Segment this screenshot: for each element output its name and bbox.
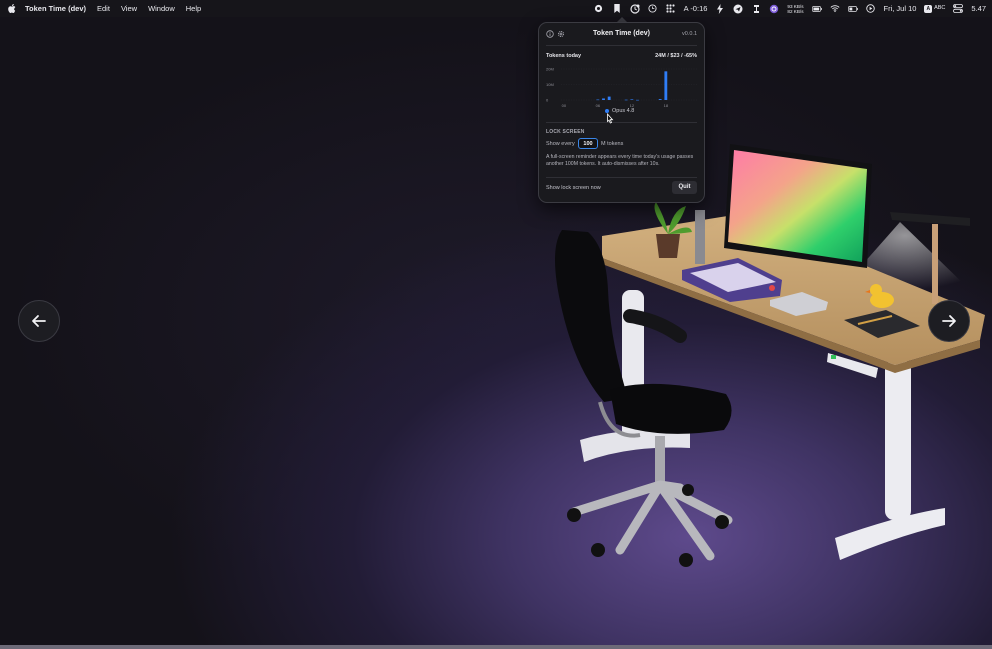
net-down-value: 82 KB/s <box>787 8 804 14</box>
circle-app-icon[interactable] <box>769 4 779 14</box>
lock-screen-section-label: LOCK SCREEN <box>546 129 585 135</box>
menu-bar: Token Time (dev) Edit View Window Help A… <box>0 0 992 17</box>
footer-divider <box>546 177 697 178</box>
arrow-left-icon <box>32 315 46 327</box>
input-source[interactable]: A ABC <box>924 4 946 13</box>
menu-edit[interactable]: Edit <box>97 4 110 13</box>
send-icon[interactable] <box>733 4 743 14</box>
chart-bar[interactable] <box>630 99 634 100</box>
record-icon[interactable] <box>594 4 604 14</box>
network-speed[interactable]: 93 KB/s 82 KB/s <box>787 4 803 14</box>
chart-bar[interactable] <box>636 99 639 101</box>
menu-window[interactable]: Window <box>148 4 175 13</box>
input-source-label: ABC <box>934 5 946 11</box>
battery-level-icon[interactable] <box>847 4 858 14</box>
menu-app-name[interactable]: Token Time (dev) <box>25 4 86 13</box>
menu-view[interactable]: View <box>121 4 137 13</box>
clock-icon[interactable] <box>648 4 658 14</box>
play-icon[interactable] <box>866 4 876 14</box>
bolt-icon[interactable] <box>715 3 725 14</box>
arrow-right-icon <box>942 315 956 327</box>
x-tick-label: 18 <box>664 103 669 108</box>
sync-icon[interactable] <box>751 4 761 14</box>
tokens-today-label: Tokens today <box>546 53 582 59</box>
popover-title: Token Time (dev) <box>593 30 650 37</box>
mouse-pointer-icon <box>607 113 614 124</box>
token-time-popover: Token Time (dev) v0.0.1 Tokens today 24M… <box>538 22 705 203</box>
x-tick-label: 06 <box>596 103 601 108</box>
status-timer[interactable]: A -0:16 <box>684 4 708 13</box>
threshold-unit-label: M tokens <box>601 141 624 147</box>
grid-icon[interactable] <box>666 4 676 14</box>
popover-header: Token Time (dev) v0.0.1 <box>539 23 704 45</box>
control-center-icon[interactable] <box>953 4 964 14</box>
quit-button[interactable]: Quit <box>672 181 697 194</box>
date-display[interactable]: Fri, Jul 10 <box>884 4 917 13</box>
chart-bar[interactable] <box>607 96 611 100</box>
prev-button[interactable] <box>18 300 60 342</box>
chart-bar[interactable] <box>602 98 605 100</box>
legend-label: Opus 4.8 <box>612 108 635 114</box>
lock-screen-description: A full-screen reminder appears every tim… <box>546 154 694 168</box>
header-divider <box>546 45 697 46</box>
menu-help[interactable]: Help <box>186 4 201 13</box>
show-lock-screen-link[interactable]: Show lock screen now <box>546 185 601 191</box>
version-label: v0.0.1 <box>682 31 697 37</box>
battery-value[interactable]: 5.47 <box>971 4 986 13</box>
y-tick-label: 10M <box>546 82 554 87</box>
y-tick-label: 0 <box>546 98 549 103</box>
input-source-icon: A <box>924 4 933 13</box>
y-tick-label: 20M <box>546 67 554 72</box>
x-tick-label: 00 <box>562 103 567 108</box>
next-button[interactable] <box>928 300 970 342</box>
chart-bar[interactable] <box>658 99 662 100</box>
bookmark-icon[interactable] <box>612 4 622 14</box>
bottom-edge <box>0 645 992 649</box>
apple-icon[interactable] <box>6 3 17 14</box>
wifi-icon[interactable] <box>830 4 840 14</box>
chart-bar[interactable] <box>596 99 600 101</box>
show-every-label: Show every <box>546 141 575 147</box>
desk-illustration <box>555 144 985 567</box>
token-time-icon[interactable] <box>630 3 640 14</box>
chart-divider <box>546 122 697 123</box>
chart-bar[interactable] <box>664 71 668 100</box>
tokens-today-summary: 24M / $23 / -65% <box>655 53 697 59</box>
chart-bar[interactable] <box>624 99 628 101</box>
battery-icon[interactable] <box>811 4 822 14</box>
threshold-input[interactable] <box>578 138 598 149</box>
